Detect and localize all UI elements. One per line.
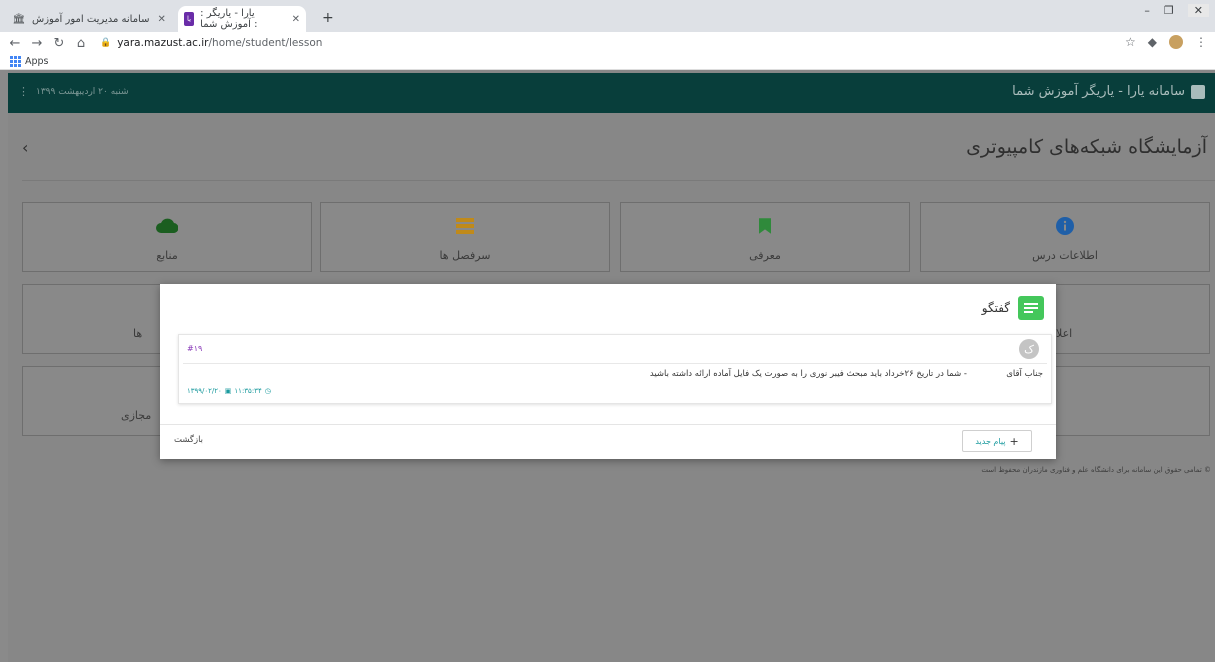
message-sender: جناب آقای [1006, 369, 1043, 379]
new-tab-button[interactable]: + [322, 10, 334, 26]
back-button[interactable]: بازگشت [174, 435, 203, 445]
tab-education-management[interactable]: 🏛 سامانه مدیریت امور آموزش ✕ [12, 6, 172, 32]
message-id: #۱۹ [187, 344, 203, 353]
apps-bookmark[interactable]: Apps [25, 56, 49, 67]
toolbar-actions: ☆ ◆ ⋮ [1125, 35, 1207, 49]
message-time: ۱۱:۳۵:۳۴ [234, 387, 262, 395]
calendar-icon: ▣ [224, 387, 232, 395]
browser-tab-bar: 🏛 سامانه مدیریت امور آموزش ✕ یا : یارا -… [0, 0, 1215, 32]
bookmark-icon [759, 218, 771, 234]
message-text: - شما در تاریخ ۲۶خرداد باید مبحث فیبر نو… [649, 369, 967, 379]
new-message-label: پیام جدید [975, 436, 1006, 446]
tab-yara[interactable]: یا : یارا - یاریگر آموزش شما : ✕ [178, 6, 306, 32]
tile-introduction[interactable]: معرفی [620, 202, 910, 272]
university-favicon-icon: 🏛 [12, 13, 26, 25]
tile-syllabus[interactable]: سرفصل ها [320, 202, 610, 272]
url-path: /home/student/lesson [208, 37, 323, 49]
extension-icon[interactable]: ◆ [1148, 35, 1157, 49]
chevron-left-icon[interactable]: ‹ [22, 138, 28, 157]
tile-label: اطلاعات درس [1032, 249, 1098, 262]
home-icon[interactable]: ⌂ [74, 36, 88, 51]
tile-course-info[interactable]: اطلاعات درس [920, 202, 1210, 272]
tile-resources[interactable]: منابع [22, 202, 312, 272]
modal-title: گفتگو [981, 301, 1010, 315]
page-title: آزمایشگاه شبکه‌های کامپیوتری [966, 136, 1207, 158]
tile-label: معرفی [749, 249, 781, 262]
brand-name: سامانه یارا - یاریگر آموزش شما [1012, 84, 1185, 99]
clock-icon: ◷ [264, 387, 271, 395]
tab-title: : یارا - یاریگر آموزش شما : [200, 8, 258, 30]
chat-icon [1018, 296, 1044, 320]
divider [22, 180, 1215, 181]
list-icon [456, 218, 474, 234]
lock-icon[interactable]: 🔒 [100, 38, 111, 48]
header-date: شنبه ۲۰ اردیبهشت ۱۳۹۹ [36, 87, 129, 97]
bookmarks-bar: Apps [0, 54, 1215, 70]
url-host: yara.mazust.ac.ir [117, 37, 209, 49]
star-icon[interactable]: ☆ [1125, 35, 1136, 49]
restore-icon[interactable]: ❐ [1164, 4, 1174, 17]
plus-icon: + [1009, 434, 1019, 448]
conversation-modal: گفتگو ک #۱۹ جناب آقای - شما در تاریخ ۲۶خ… [160, 284, 1056, 459]
tab-title: سامانه مدیریت امور آموزش [32, 13, 150, 25]
window-close-icon[interactable]: ✕ [1187, 4, 1209, 17]
app-brand[interactable]: سامانه یارا - یاریگر آموزش شما [1012, 84, 1205, 99]
minimize-icon[interactable]: – [1144, 4, 1150, 17]
back-arrow-icon[interactable]: ← [8, 36, 22, 51]
cloud-icon [156, 218, 178, 233]
profile-avatar[interactable] [1169, 35, 1183, 49]
browser-toolbar: ← → ↻ ⌂ 🔒 yara.mazust.ac.ir/home/student… [0, 32, 1215, 54]
divider [160, 424, 1056, 425]
message-date: ۱۳۹۹/۰۲/۲۰ [187, 387, 222, 395]
window-controls: – ❐ ✕ [1144, 4, 1209, 17]
footer-copyright: © تمامی حقوق این سامانه برای دانشگاه علم… [981, 466, 1211, 474]
apps-grid-icon[interactable] [10, 56, 21, 67]
forward-arrow-icon[interactable]: → [30, 36, 44, 51]
close-tab-icon[interactable]: ✕ [292, 14, 300, 25]
message-card: ک #۱۹ جناب آقای - شما در تاریخ ۲۶خرداد ب… [178, 334, 1052, 404]
close-tab-icon[interactable]: ✕ [158, 14, 166, 25]
yara-favicon-icon: یا [184, 12, 195, 26]
modal-header: گفتگو [982, 296, 1044, 320]
avatar: ک [1019, 339, 1039, 359]
address-bar[interactable]: yara.mazust.ac.ir/home/student/lesson [117, 37, 322, 49]
tile-label: منابع [156, 249, 178, 262]
message-meta: ۱۳۹۹/۰۲/۲۰ ▣ ۱۱:۳۵:۳۴ ◷ [187, 387, 271, 395]
new-message-button[interactable]: + پیام جدید [962, 430, 1032, 452]
tile-label: سرفصل ها [439, 249, 491, 262]
divider [183, 363, 1047, 364]
app-header: سامانه یارا - یاریگر آموزش شما ⋮ شنبه ۲۰… [8, 73, 1215, 113]
reload-icon[interactable]: ↻ [52, 36, 66, 51]
menu-dots-icon[interactable]: ⋮ [1195, 35, 1207, 49]
header-menu-icon[interactable]: ⋮ [18, 85, 29, 98]
yara-logo-icon [1191, 84, 1205, 99]
info-icon [1056, 217, 1074, 235]
